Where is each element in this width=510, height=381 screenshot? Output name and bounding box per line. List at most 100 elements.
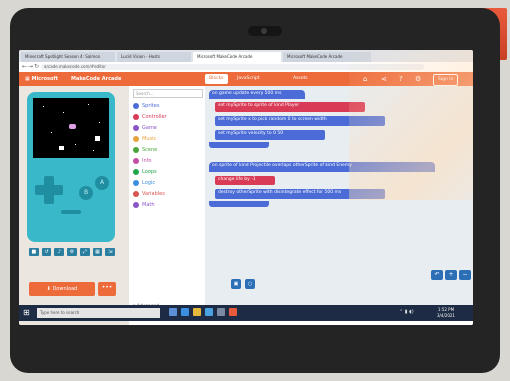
category-logic[interactable]: Logic — [133, 179, 155, 188]
help-icon[interactable]: ? — [399, 74, 403, 84]
windows-start-icon[interactable]: ⊞ — [23, 308, 32, 317]
url-input[interactable]: arcade.makecode.com/#editor — [41, 64, 424, 70]
category-label: Scene — [142, 147, 158, 153]
sign-in-button[interactable]: Sign In — [433, 74, 459, 86]
player-sprite — [95, 136, 100, 141]
brand-name: Microsoft — [31, 76, 58, 82]
edge-icon[interactable] — [181, 308, 189, 316]
download-button[interactable]: ⬇ Download — [29, 282, 95, 296]
settings-icon[interactable]: ⚙ — [415, 74, 421, 84]
browser-tab[interactable]: Minecraft Spotlight Season 4: Salmon — [21, 52, 115, 62]
category-math[interactable]: Math — [133, 201, 155, 210]
category-sprites[interactable]: Sprites — [133, 102, 159, 111]
category-label: Sprites — [142, 103, 160, 109]
category-controller[interactable]: Controller — [133, 113, 167, 122]
category-label: Info — [142, 158, 152, 164]
block-change-life[interactable]: change life by -1 — [215, 176, 275, 185]
browser-tab[interactable]: Lucid Vision - Hosts — [117, 52, 191, 62]
fullscreen-icon[interactable]: ⤢ — [79, 248, 90, 256]
tab-assets[interactable]: Assets — [289, 74, 312, 84]
block-toolbox: Search... Sprites Controller Game Music … — [129, 86, 206, 314]
back-icon[interactable]: ← — [22, 63, 27, 70]
logic-icon — [133, 179, 139, 186]
collapse-icon[interactable]: ⇲ — [105, 248, 116, 256]
office-icon[interactable] — [229, 308, 237, 316]
math-icon — [133, 201, 139, 208]
toolbox-search-input[interactable]: Search... — [133, 89, 203, 98]
screenshot-icon[interactable]: ▦ — [92, 248, 103, 256]
store-icon[interactable] — [205, 308, 213, 316]
system-tray-icons[interactable]: ⌃ ▮ ◖) — [399, 309, 414, 315]
zoom-in-icon[interactable]: + — [445, 270, 457, 280]
save-icon[interactable]: ▣ — [231, 279, 241, 289]
loops-icon — [133, 168, 139, 175]
clock-date: 3/4/2021 — [437, 313, 455, 318]
category-label: Logic — [142, 180, 156, 186]
zoom-out-icon[interactable]: − — [459, 270, 471, 280]
stop-icon[interactable]: ■ — [29, 248, 39, 256]
a-button[interactable]: A — [95, 176, 109, 190]
block-set-sprite[interactable]: set mySprite to sprite of kind Player — [215, 102, 365, 112]
game-icon — [133, 124, 139, 131]
controller-icon — [133, 113, 139, 120]
debug-icon[interactable]: ⚙ — [67, 248, 77, 256]
category-label: Variables — [142, 191, 165, 197]
mute-icon[interactable]: ♪ — [54, 248, 65, 256]
mail-icon[interactable] — [217, 308, 225, 316]
category-label: Game — [142, 125, 157, 131]
file-explorer-icon[interactable] — [193, 308, 201, 316]
laptop-screen: Minecraft Spotlight Season 4: Salmon Luc… — [19, 50, 473, 325]
sprites-icon — [133, 102, 139, 109]
product-name[interactable]: MakeCode Arcade — [71, 72, 121, 86]
download-label: Download — [52, 286, 78, 292]
share-icon[interactable]: ⋖ — [381, 74, 387, 84]
block-set-x[interactable]: set mySprite x to pick random 0 to scree… — [215, 116, 385, 126]
taskbar-search-input[interactable]: Type here to search — [37, 308, 160, 318]
undo-icon[interactable]: ↶ — [431, 270, 443, 280]
home-icon[interactable]: ⌂ — [363, 74, 367, 84]
forward-icon[interactable]: → — [28, 63, 33, 70]
block-footer — [209, 142, 269, 148]
browser-tab-active[interactable]: Microsoft MakeCode Arcade — [193, 52, 281, 62]
category-label: Controller — [142, 114, 167, 120]
category-variables[interactable]: Variables — [133, 190, 165, 199]
block-on-overlap[interactable]: on sprite of kind Projectile overlaps ot… — [209, 162, 435, 172]
simulator-panel: B A ■ ↺ ♪ ⚙ ⤢ ▦ ⇲ ⬇ Download ••• ▸ Asset… — [19, 86, 129, 325]
block-set-velocity[interactable]: set mySprite velocity to 0 50 — [215, 130, 325, 140]
game-screen[interactable] — [33, 98, 109, 158]
block-footer — [209, 201, 269, 207]
variables-icon — [133, 190, 139, 197]
scene-icon — [133, 146, 139, 153]
block-on-game-update[interactable]: on game update every 500 ms — [209, 90, 305, 99]
b-button[interactable]: B — [79, 186, 93, 200]
music-icon — [133, 135, 139, 142]
category-label: Loops — [142, 169, 157, 175]
arcade-console: B A — [27, 92, 115, 242]
brand-logo: ▦ Microsoft — [25, 76, 58, 82]
simulator-toolbar: ■ ↺ ♪ ⚙ ⤢ ▦ ⇲ — [29, 248, 116, 258]
task-view-icon[interactable] — [169, 308, 177, 316]
browser-tab[interactable]: Microsoft MakeCode Arcade — [283, 52, 371, 62]
category-info[interactable]: Info — [133, 157, 151, 166]
menu-button[interactable] — [61, 210, 81, 214]
taskbar-clock[interactable]: 1:52 PM 3/4/2021 — [437, 307, 455, 319]
category-scene[interactable]: Scene — [133, 146, 157, 155]
projectile-sprite — [59, 146, 64, 150]
enemy-sprite — [69, 124, 76, 129]
tab-javascript[interactable]: JavaScript — [233, 74, 264, 84]
restart-icon[interactable]: ↺ — [41, 248, 52, 256]
category-game[interactable]: Game — [133, 124, 157, 133]
category-label: Music — [142, 136, 157, 142]
tab-blocks[interactable]: Blocks — [205, 74, 228, 84]
category-music[interactable]: Music — [133, 135, 156, 144]
category-label: Math — [142, 202, 155, 208]
windows-taskbar: ⊞ Type here to search ⌃ ▮ ◖) 1:52 PM 3/4… — [19, 305, 473, 321]
download-more-button[interactable]: ••• — [98, 282, 116, 296]
reload-icon[interactable]: ↻ — [34, 63, 39, 70]
block-destroy[interactable]: destroy otherSprite with disintegrate ef… — [215, 189, 385, 199]
category-loops[interactable]: Loops — [133, 168, 157, 177]
webcam-icon — [248, 26, 282, 36]
github-icon[interactable]: ○ — [245, 279, 255, 289]
info-icon — [133, 157, 139, 164]
dpad-control[interactable] — [35, 176, 63, 204]
